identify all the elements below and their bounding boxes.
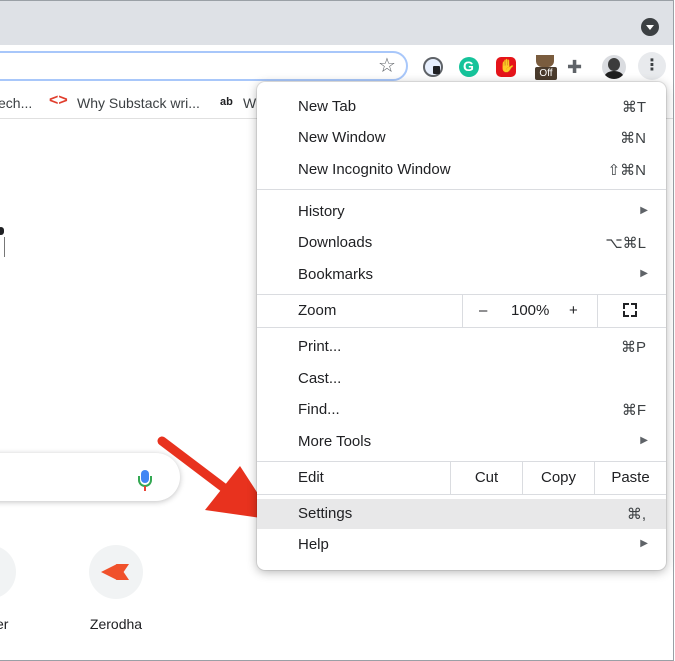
extension-badge: Off bbox=[535, 67, 557, 80]
zerodha-logo-icon bbox=[101, 562, 131, 582]
submenu-arrow-icon: ▶ bbox=[640, 268, 648, 279]
menu-item-shortcut: ⌘N bbox=[620, 130, 646, 147]
copy-button[interactable]: Copy bbox=[523, 463, 594, 493]
cut-button[interactable]: Cut bbox=[451, 463, 522, 493]
zoom-in-button[interactable]: + bbox=[569, 302, 578, 319]
menu-item-find[interactable]: Find... ⌘F bbox=[257, 395, 666, 425]
menu-item-label: Bookmarks bbox=[298, 266, 374, 283]
menu-divider bbox=[597, 294, 598, 327]
menu-divider bbox=[257, 461, 666, 462]
menu-item-bookmarks[interactable]: Bookmarks ▶ bbox=[257, 260, 666, 290]
menu-item-label: History bbox=[298, 203, 345, 220]
zoom-out-button[interactable]: – bbox=[479, 302, 487, 319]
fullscreen-icon[interactable] bbox=[623, 303, 637, 317]
menu-item-label: Print... bbox=[298, 338, 342, 355]
adblock-icon[interactable] bbox=[496, 57, 516, 77]
ab-icon: ab bbox=[220, 96, 233, 108]
submenu-arrow-icon: ▶ bbox=[640, 435, 648, 446]
submenu-arrow-icon: ▶ bbox=[640, 538, 648, 549]
menu-item-shortcut: ⌥⌘L bbox=[605, 235, 646, 252]
menu-item-history[interactable]: History ▶ bbox=[257, 197, 666, 227]
code-bracket-icon: <> bbox=[49, 92, 68, 109]
menu-item-cast[interactable]: Cast... bbox=[257, 364, 666, 394]
puzzle-icon[interactable]: ✚ bbox=[567, 57, 587, 77]
shortcut-label-zerodha: Zerodha bbox=[89, 616, 143, 632]
bookmark-item[interactable]: ech... bbox=[0, 95, 32, 111]
menu-item-new-window[interactable]: New Window ⌘N bbox=[257, 123, 666, 153]
menu-item-help[interactable]: Help ▶ bbox=[257, 530, 666, 560]
menu-divider bbox=[257, 327, 666, 328]
menu-item-shortcut: ⌘P bbox=[620, 339, 646, 356]
coffee-icon[interactable]: Off bbox=[533, 53, 557, 81]
menu-item-label: Cast... bbox=[298, 370, 342, 387]
bookmark-item[interactable]: Why Substack wri... bbox=[77, 95, 200, 111]
tab-strip bbox=[0, 1, 673, 45]
menu-item-label: Downloads bbox=[298, 234, 373, 251]
menu-item-label: New Tab bbox=[298, 98, 357, 115]
menu-item-more-tools[interactable]: More Tools ▶ bbox=[257, 427, 666, 457]
menu-item-shortcut: ⌘, bbox=[626, 506, 646, 523]
zoom-level: 100% bbox=[511, 302, 550, 319]
chrome-menu: New Tab ⌘T New Window ⌘N New Incognito W… bbox=[257, 82, 666, 570]
menu-item-label: New Incognito Window bbox=[298, 161, 451, 178]
paste-button[interactable]: Paste bbox=[595, 463, 666, 493]
microphone-icon[interactable] bbox=[138, 470, 152, 492]
grammarly-icon[interactable] bbox=[459, 57, 479, 77]
menu-item-label: New Window bbox=[298, 129, 386, 146]
search-box[interactable] bbox=[0, 453, 180, 501]
menu-item-label: More Tools bbox=[298, 433, 372, 450]
menu-item-shortcut: ⇧⌘N bbox=[607, 162, 646, 179]
menu-divider bbox=[257, 494, 666, 495]
password-manager-icon[interactable] bbox=[423, 57, 443, 77]
avatar[interactable] bbox=[602, 55, 626, 79]
menu-divider bbox=[257, 189, 666, 190]
menu-item-downloads[interactable]: Downloads ⌥⌘L bbox=[257, 228, 666, 258]
chrome-menu-button[interactable]: ⋮ bbox=[638, 52, 666, 80]
shortcut-label: er bbox=[0, 616, 9, 632]
menu-item-shortcut: ⌘T bbox=[621, 99, 646, 116]
bookmark-star-icon[interactable]: ☆ bbox=[378, 56, 396, 76]
address-bar[interactable] bbox=[0, 51, 408, 81]
menu-item-print[interactable]: Print... ⌘P bbox=[257, 332, 666, 362]
menu-item-label: Edit bbox=[298, 469, 324, 486]
shortcut-tile[interactable] bbox=[0, 545, 16, 599]
menu-item-shortcut: ⌘F bbox=[621, 402, 646, 419]
menu-item-label: Find... bbox=[298, 401, 340, 418]
coffee-cup bbox=[536, 55, 554, 67]
menu-item-label: Settings bbox=[298, 505, 353, 522]
menu-item-label: Help bbox=[298, 536, 329, 553]
tab-search-button[interactable] bbox=[641, 18, 659, 36]
menu-item-label: Zoom bbox=[298, 302, 337, 319]
submenu-arrow-icon: ▶ bbox=[640, 205, 648, 216]
menu-item-new-incognito-window[interactable]: New Incognito Window ⇧⌘N bbox=[257, 155, 666, 185]
bookmark-item[interactable]: W bbox=[243, 95, 256, 111]
menu-item-settings[interactable]: Settings ⌘, bbox=[257, 499, 666, 529]
menu-item-new-tab[interactable]: New Tab ⌘T bbox=[257, 92, 666, 122]
menu-divider bbox=[462, 294, 463, 327]
doodle-fragment bbox=[0, 227, 6, 257]
